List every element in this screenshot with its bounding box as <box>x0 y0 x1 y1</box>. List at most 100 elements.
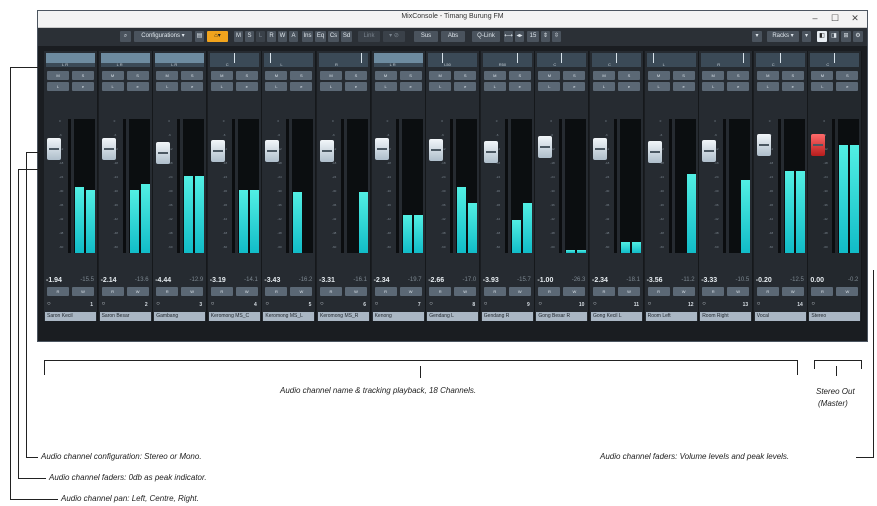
volume-fader[interactable] <box>647 141 662 163</box>
read-button[interactable]: R <box>101 287 124 296</box>
volume-readout[interactable]: -1.94 <box>46 277 62 284</box>
channel-name[interactable]: Gong Besar R <box>536 312 588 321</box>
volume-fader[interactable] <box>47 138 61 160</box>
channel-name[interactable]: Gambang <box>154 312 206 321</box>
solo-button[interactable]: S <box>836 71 859 80</box>
read-button[interactable]: R <box>47 287 69 296</box>
write-button[interactable]: W <box>727 287 750 296</box>
solo-button[interactable]: S <box>235 71 258 80</box>
read-button[interactable]: R <box>320 287 342 296</box>
pan-control[interactable]: L R <box>100 53 150 67</box>
read-button[interactable]: R <box>811 287 834 296</box>
solo-button[interactable]: S <box>126 71 149 80</box>
racks-dropdown[interactable]: Racks ▾ <box>767 31 799 42</box>
listen-button[interactable]: L <box>47 82 69 91</box>
listen-button[interactable]: L <box>538 82 561 91</box>
edit-button[interactable]: e <box>454 82 477 91</box>
channel-name[interactable]: Gendang L <box>427 312 479 321</box>
mute-button[interactable]: M <box>483 71 506 80</box>
minimize-button[interactable]: – <box>806 12 824 25</box>
volume-fader[interactable] <box>483 141 498 163</box>
eq-button[interactable]: Eq <box>315 31 326 42</box>
listen-button[interactable]: L <box>483 82 506 91</box>
sends-button[interactable]: Sd <box>341 31 352 42</box>
search-icon[interactable]: ⌕ <box>120 31 131 42</box>
write-button[interactable]: W <box>563 287 586 296</box>
volume-fader[interactable] <box>210 140 225 162</box>
read-button[interactable]: R <box>265 287 288 296</box>
peak-readout[interactable]: -0.2 <box>848 277 858 283</box>
volume-fader[interactable] <box>156 142 171 164</box>
volume-fader[interactable] <box>320 140 334 162</box>
read-button[interactable]: R <box>483 287 506 296</box>
solo-button[interactable]: S <box>345 71 367 80</box>
peak-readout[interactable]: -18.1 <box>626 277 640 283</box>
read-button[interactable]: R <box>538 287 561 296</box>
volume-readout[interactable]: -3.33 <box>701 277 717 284</box>
link-ring-icon[interactable]: ○ <box>320 301 324 307</box>
edit-button[interactable]: e <box>618 82 640 91</box>
listen-button[interactable]: L <box>811 82 834 91</box>
write-button[interactable]: W <box>618 287 640 296</box>
peak-readout[interactable]: -16.2 <box>299 277 313 283</box>
mute-button[interactable]: M <box>156 71 179 80</box>
configurations-dropdown[interactable]: Configurations ▾ <box>134 31 192 42</box>
volume-readout[interactable]: -2.34 <box>374 277 390 284</box>
mute-button[interactable]: M <box>320 71 342 80</box>
volume-readout[interactable]: -4.44 <box>155 277 171 284</box>
link-ring-icon[interactable]: ○ <box>484 301 488 307</box>
solo-button[interactable]: S <box>781 71 804 80</box>
pan-control[interactable]: L50 <box>428 53 478 67</box>
volume-readout[interactable]: -2.34 <box>592 277 608 284</box>
mute-button[interactable]: M <box>47 71 69 80</box>
edit-button[interactable]: e <box>563 82 586 91</box>
peak-readout[interactable]: -26.3 <box>572 277 586 283</box>
listen-button[interactable]: L <box>593 82 615 91</box>
mute-button[interactable]: M <box>756 71 779 80</box>
peak-readout[interactable]: -11.2 <box>681 277 694 283</box>
volume-fader[interactable] <box>101 138 116 160</box>
fit-width-icon[interactable]: ⟷ <box>504 31 513 42</box>
solo-all-button[interactable]: S <box>245 31 254 42</box>
mute-button[interactable]: M <box>374 71 397 80</box>
volume-readout[interactable]: -1.00 <box>537 277 553 284</box>
link-ring-icon[interactable]: ○ <box>375 301 379 307</box>
write-button[interactable]: W <box>454 287 477 296</box>
volume-readout[interactable]: -3.93 <box>483 277 499 284</box>
channel-name[interactable]: Kenong <box>372 312 424 321</box>
height-stepper-icon[interactable]: ⇳ <box>552 31 561 42</box>
abs-button[interactable]: Abs <box>441 31 465 42</box>
channel-width-icon[interactable]: ◂▸ <box>515 31 524 42</box>
volume-readout[interactable]: -3.19 <box>210 277 226 284</box>
write-button[interactable]: W <box>836 287 859 296</box>
racks-menu-icon[interactable]: ▾ <box>752 31 762 42</box>
pan-control[interactable]: R <box>319 53 368 67</box>
inserts-button[interactable]: Ins <box>302 31 313 42</box>
link-ring-icon[interactable]: ○ <box>429 301 433 307</box>
peak-readout[interactable]: -17.0 <box>463 277 477 283</box>
edit-button[interactable]: e <box>290 82 313 91</box>
read-button[interactable]: R <box>756 287 779 296</box>
channel-name[interactable]: Vocal <box>754 312 806 321</box>
volume-readout[interactable]: -0.20 <box>756 277 772 284</box>
edit-button[interactable]: e <box>399 82 422 91</box>
solo-button[interactable]: S <box>618 71 640 80</box>
link-ring-icon[interactable]: ○ <box>211 301 215 307</box>
solo-button[interactable]: S <box>290 71 313 80</box>
listen-button[interactable]: L <box>647 82 670 91</box>
qlink-button[interactable]: Q-Link <box>472 31 500 42</box>
racks-options-icon[interactable]: ▾ <box>802 31 811 42</box>
peak-readout[interactable]: -12.9 <box>190 277 204 283</box>
write-button[interactable]: W <box>345 287 367 296</box>
listen-button[interactable]: L <box>156 82 179 91</box>
pan-control[interactable]: C <box>810 53 860 67</box>
write-button[interactable]: W <box>181 287 204 296</box>
read-button[interactable]: R <box>156 287 179 296</box>
mute-all-button[interactable]: M <box>234 31 243 42</box>
link-ring-icon[interactable]: ○ <box>702 301 706 307</box>
settings-gear-icon[interactable]: ⚙ <box>853 31 863 42</box>
edit-button[interactable]: e <box>672 82 695 91</box>
listen-button[interactable]: L <box>702 82 725 91</box>
volume-readout[interactable]: -2.66 <box>428 277 444 284</box>
pan-control[interactable]: L R <box>373 53 423 67</box>
